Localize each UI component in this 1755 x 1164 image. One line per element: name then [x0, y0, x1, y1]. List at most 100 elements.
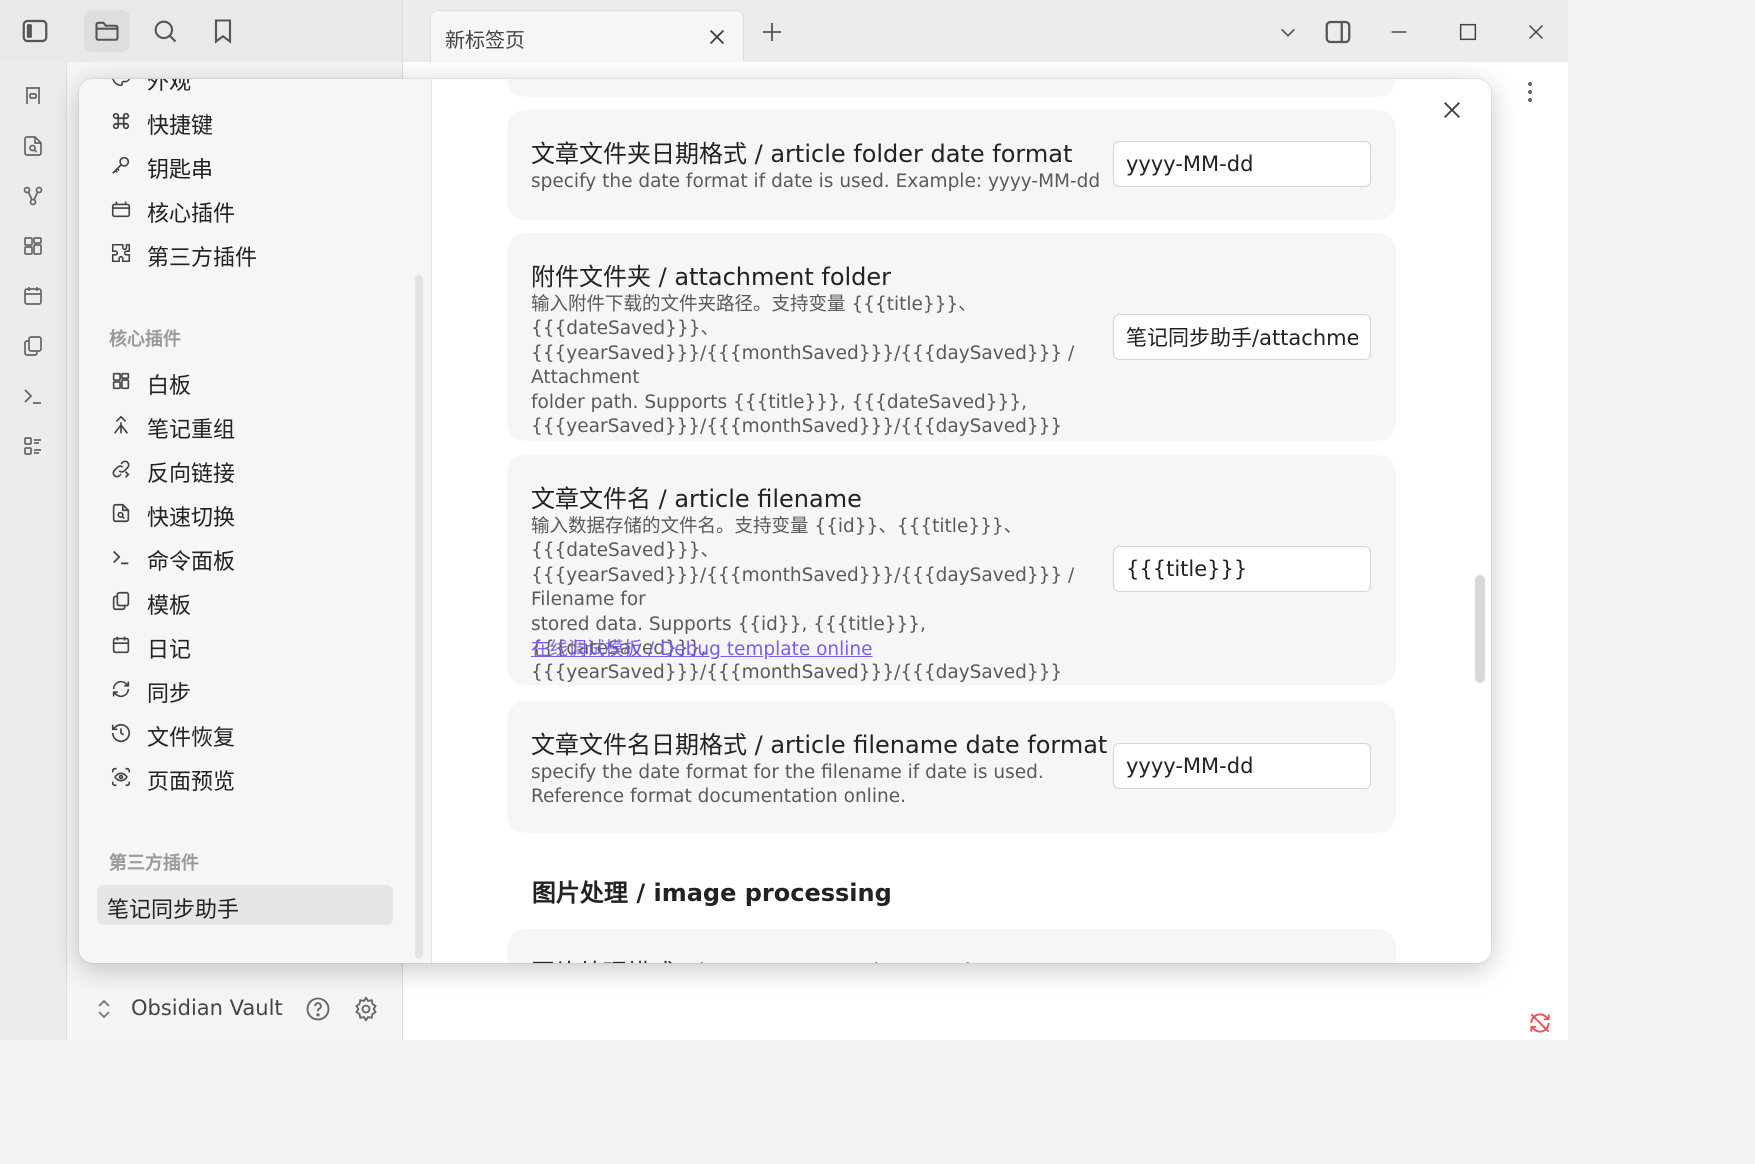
desc-line: {{{dateSaved}}}、 — [531, 318, 719, 340]
help-icon[interactable] — [303, 994, 333, 1024]
palette-icon — [109, 79, 133, 89]
nav-label: 笔记重组 — [147, 418, 236, 443]
nav-label: 快速切换 — [147, 506, 236, 531]
nav-item-appearance[interactable]: 外观 — [99, 79, 391, 97]
close-window-icon[interactable] — [1518, 14, 1554, 50]
nav-label: 模板 — [147, 594, 192, 619]
nav-item-templates[interactable]: 模板 — [99, 581, 391, 621]
key-icon — [109, 153, 133, 177]
bookmark-icon[interactable] — [200, 10, 246, 52]
quick-switcher-icon[interactable] — [17, 130, 49, 162]
settings-content: 文章文件夹日期格式 / article folder date format s… — [432, 79, 1491, 963]
nav-item-canvas[interactable]: 白板 — [99, 361, 391, 401]
new-tab-icon[interactable] — [758, 18, 786, 46]
desc-line: {{{yearSaved}}}/{{{monthSaved}}}/{{{dayS… — [531, 662, 1063, 684]
list-view-icon[interactable] — [17, 430, 49, 462]
tab-new-tab[interactable]: 新标签页 — [430, 10, 744, 63]
search-icon[interactable] — [142, 10, 188, 52]
settings-nav: 外观 快捷键 钥匙串 核心插件 第三方插件 核心插件 白板 笔记重组 反向链接 … — [79, 79, 432, 963]
ribbon — [0, 62, 67, 1040]
setting-article-filename: 文章文件名 / article filename 输入数据存储的文件名。支持变量… — [507, 455, 1396, 685]
debug-template-link[interactable]: 在线调试模板 / Debug template online — [531, 635, 873, 661]
calendar-view-icon[interactable] — [17, 80, 49, 112]
nav-label: 文件恢复 — [147, 726, 236, 751]
desc-line: {{{dateSaved}}}、 — [531, 540, 719, 562]
nav-item-note-composer[interactable]: 笔记重组 — [99, 405, 391, 445]
sidebar-toolbar — [0, 0, 403, 62]
setting-image-processing-mode: 图片处理模式 / image processing mode — [507, 929, 1396, 963]
nav-label: 日记 — [147, 638, 192, 663]
gear-icon[interactable] — [351, 994, 381, 1024]
nav-item-backlinks[interactable]: 反向链接 — [99, 449, 391, 489]
daily-note-icon[interactable] — [17, 280, 49, 312]
nav-item-command-palette[interactable]: 命令面板 — [99, 537, 391, 577]
desc-line: 输入附件下载的文件夹路径。支持变量 {{{title}}}、 — [531, 294, 977, 315]
toggle-right-sidebar-icon[interactable] — [1320, 14, 1356, 50]
nav-item-community-plugins[interactable]: 第三方插件 — [99, 233, 391, 273]
core-plugins-heading: 核心插件 — [109, 329, 181, 350]
nav-label: 钥匙串 — [147, 158, 214, 183]
nav-item-file-recovery[interactable]: 文件恢复 — [99, 713, 391, 753]
canvas-icon[interactable] — [17, 230, 49, 262]
vault-name[interactable]: Obsidian Vault — [131, 996, 283, 1020]
nav-item-core-plugins[interactable]: 核心插件 — [99, 189, 391, 229]
maximize-icon[interactable] — [1450, 14, 1486, 50]
setting-title: 图片处理模式 / image processing mode — [531, 953, 986, 963]
settings-modal: 外观 快捷键 钥匙串 核心插件 第三方插件 核心插件 白板 笔记重组 反向链接 … — [79, 79, 1491, 963]
desc-line: {{{yearSaved}}}/{{{monthSaved}}}/{{{dayS… — [531, 342, 1075, 389]
more-options-icon[interactable] — [1516, 76, 1544, 108]
graph-view-icon[interactable] — [17, 180, 49, 212]
command-palette-icon[interactable] — [17, 380, 49, 412]
nav-label: 快捷键 — [147, 114, 214, 139]
desc-line: {{{yearSaved}}}/{{{monthSaved}}}/{{{dayS… — [531, 416, 1063, 438]
desc-line: specify the date format for the filename… — [531, 762, 1044, 783]
filename-date-format-input[interactable] — [1113, 743, 1371, 789]
templates-icon[interactable] — [17, 330, 49, 362]
filename-input[interactable] — [1113, 546, 1371, 592]
canvas-icon — [109, 369, 133, 393]
nav-item-quick-switcher[interactable]: 快速切换 — [99, 493, 391, 533]
nav-item-note-sync-assistant[interactable]: 笔记同步助手 — [97, 885, 393, 925]
nav-item-keychain[interactable]: 钥匙串 — [99, 145, 391, 185]
close-icon[interactable] — [1435, 93, 1469, 127]
history-icon — [109, 721, 133, 745]
nav-item-page-preview[interactable]: 页面预览 — [99, 757, 391, 797]
toggle-sidebar-icon[interactable] — [12, 10, 58, 52]
puzzle-icon — [109, 241, 133, 265]
nav-label: 白板 — [147, 374, 192, 399]
folder-icon[interactable] — [84, 10, 130, 52]
desc-line: folder path. Supports {{{title}}}, {{{da… — [531, 391, 1027, 413]
nav-label: 命令面板 — [147, 550, 236, 575]
setting-card-partial — [507, 79, 1396, 97]
nav-label: 反向链接 — [147, 462, 236, 487]
nav-item-hotkeys[interactable]: 快捷键 — [99, 101, 391, 141]
folder-date-format-input[interactable] — [1113, 141, 1371, 187]
terminal-icon — [109, 545, 133, 569]
file-search-icon — [109, 501, 133, 525]
attachment-folder-input[interactable] — [1113, 314, 1371, 360]
plug-icon — [109, 197, 133, 221]
setting-description: specify the date format for the filename… — [531, 761, 1091, 810]
nav-label: 笔记同步助手 — [107, 898, 240, 923]
nav-scrollbar[interactable] — [415, 275, 423, 959]
desc-line: Reference format documentation online. — [531, 786, 906, 808]
setting-title: 文章文件名日期格式 / article filename date format — [531, 731, 1108, 759]
setting-description: 输入附件下载的文件夹路径。支持变量 {{{title}}}、 {{{dateSa… — [531, 293, 1091, 439]
backlink-icon — [109, 457, 133, 481]
eye-scan-icon — [109, 765, 133, 789]
minimize-icon[interactable] — [1381, 14, 1417, 50]
image-processing-heading: 图片处理 / image processing — [532, 879, 892, 907]
setting-title: 文章文件名 / article filename — [531, 485, 862, 513]
close-tab-icon[interactable] — [703, 23, 731, 51]
desc-line: 输入数据存储的文件名。支持变量 {{id}}、{{{title}}}、 — [531, 516, 1023, 537]
sync-status-icon[interactable] — [1520, 1006, 1560, 1040]
nav-item-sync[interactable]: 同步 — [99, 669, 391, 709]
content-scrollbar[interactable] — [1475, 575, 1485, 683]
nav-item-daily-notes[interactable]: 日记 — [99, 625, 391, 665]
title-bar: 新标签页 — [0, 0, 1568, 63]
calendar-icon — [109, 633, 133, 657]
chevron-down-icon[interactable] — [1270, 14, 1306, 50]
nav-label: 同步 — [147, 682, 192, 707]
chevrons-up-down-icon[interactable] — [93, 996, 115, 1022]
setting-title: 文章文件夹日期格式 / article folder date format — [531, 140, 1073, 168]
